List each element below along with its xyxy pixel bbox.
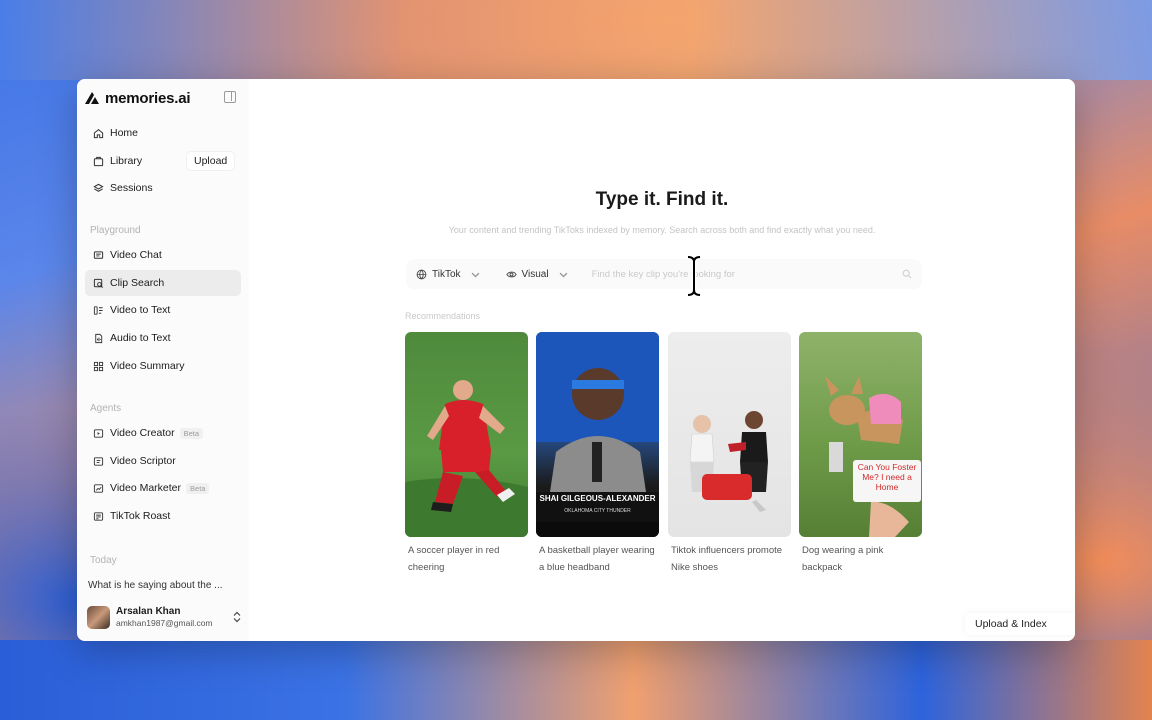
basketball-player-illustration	[536, 332, 659, 537]
sidebar-item-video-creator[interactable]: Video Creator Beta	[85, 420, 241, 446]
sidebar-item-video-to-text[interactable]: Video to Text	[85, 297, 241, 323]
section-label-today: Today	[90, 555, 117, 566]
section-label-agents: Agents	[90, 403, 122, 414]
sidebar-item-label: TikTok Roast	[110, 510, 171, 522]
card-thumbnail[interactable]: Can You Foster Me? I need a Home	[799, 332, 922, 537]
avatar	[87, 605, 110, 629]
sidebar-item-video-summary[interactable]: Video Summary	[85, 353, 241, 379]
tiktok-roast-icon	[92, 510, 104, 522]
card-caption: Tiktok influencers promote Nike shoes	[671, 545, 783, 573]
influencers-illustration	[689, 411, 768, 512]
chevron-down-icon	[471, 272, 479, 278]
card-caption: A soccer player in red cheering	[408, 545, 500, 573]
recommendation-card[interactable]: A soccer player in red cheering	[405, 332, 528, 576]
upload-index-button[interactable]: Upload & Index	[965, 613, 1075, 635]
recommendation-card[interactable]: SHAI GILGEOUS-ALEXANDER OKLAHOMA CITY TH…	[536, 332, 659, 576]
team-name-caption: OKLAHOMA CITY THUNDER	[564, 508, 631, 514]
sidebar-item-video-marketer[interactable]: Video Marketer Beta	[85, 475, 241, 501]
chevron-down-icon	[559, 272, 568, 278]
card-thumbnail[interactable]: SHAI GILGEOUS-ALEXANDER OKLAHOMA CITY TH…	[536, 332, 659, 537]
user-text: Arsalan Khan amkhan1987@gmail.com	[116, 606, 213, 628]
sidebar-item-label: Video Scriptor	[110, 455, 176, 467]
sidebar-item-label: Video Creator	[110, 427, 175, 439]
globe-icon	[416, 269, 427, 279]
mode-filter-dropdown[interactable]: Visual	[505, 268, 574, 280]
user-name: Arsalan Khan	[116, 606, 181, 617]
user-email: amkhan1987@gmail.com	[116, 618, 213, 628]
sidebar-item-clip-search[interactable]: Clip Search	[85, 270, 241, 296]
sidebar-item-label: Video Chat	[110, 249, 162, 261]
memories-logo-icon	[85, 92, 99, 104]
sidebar-item-label: Video Marketer	[110, 482, 182, 494]
clip-search-icon	[92, 277, 104, 289]
text-cursor-icon	[687, 255, 701, 297]
logo[interactable]: memories.ai	[83, 87, 243, 109]
mode-filter-label: Visual	[521, 268, 549, 280]
section-label-playground: Playground	[90, 225, 141, 236]
chat-icon	[92, 249, 104, 261]
recommendation-card[interactable]: Tiktok influencers promote Nike shoes	[668, 332, 791, 576]
sidebar-item-audio-to-text[interactable]: Audio to Text	[85, 325, 241, 351]
card-caption: Dog wearing a pink backpack	[802, 545, 884, 573]
sidebar-item-label: Video to Text	[110, 304, 171, 316]
page-title: Type it. Find it.	[595, 189, 729, 210]
recommendations-label: Recommendations	[405, 311, 481, 321]
sidebar-item-label: Home	[110, 127, 139, 139]
soccer-player-illustration	[405, 380, 528, 537]
page-subtitle: Your content and trending TikToks indexe…	[448, 225, 876, 235]
dog-sign-text: Can You Foster Me? I need a Home	[857, 462, 917, 492]
logo-text: memories.ai	[105, 89, 191, 107]
beta-badge: Beta	[186, 482, 210, 494]
upload-button[interactable]: Upload	[187, 152, 235, 170]
video-scriptor-icon	[92, 455, 104, 467]
video-marketer-icon	[92, 482, 104, 494]
source-filter-label: TikTok	[432, 268, 461, 280]
sidebar-item-label: Clip Search	[110, 277, 165, 289]
summary-icon	[92, 360, 104, 372]
user-profile[interactable]: Arsalan Khan amkhan1987@gmail.com	[87, 604, 242, 630]
recommendation-card[interactable]: Can You Foster Me? I need a Home Dog wea…	[799, 332, 922, 576]
search-icon[interactable]	[902, 269, 912, 279]
video-text-icon	[92, 304, 104, 316]
sessions-icon	[92, 182, 104, 194]
source-filter-dropdown[interactable]: TikTok	[416, 269, 486, 280]
sidebar-item-label: Audio to Text	[110, 332, 171, 344]
sidebar-item-home[interactable]: Home	[85, 120, 241, 146]
sidebar-item-label: Video Summary	[110, 360, 185, 372]
sidebar-item-sessions[interactable]: Sessions	[85, 175, 241, 201]
video-creator-icon	[92, 427, 104, 439]
chevron-up-down-icon[interactable]	[232, 611, 242, 623]
wallpaper-bottom	[0, 640, 1152, 720]
card-thumbnail[interactable]	[668, 332, 791, 537]
search-input[interactable]	[591, 263, 902, 285]
library-icon	[92, 155, 104, 167]
card-caption: A basketball player wearing a blue headb…	[539, 545, 655, 573]
player-name-caption: SHAI GILGEOUS-ALEXANDER	[539, 494, 656, 503]
eye-icon	[505, 271, 517, 277]
sidebar: memories.ai Home Library Upload Sessions…	[77, 79, 249, 641]
wallpaper	[0, 0, 1152, 80]
sidebar-item-tiktok-roast[interactable]: TikTok Roast	[85, 503, 241, 529]
beta-badge: Beta	[179, 427, 204, 439]
search-bar: TikTok Visual	[406, 259, 922, 289]
sidebar-item-video-scriptor[interactable]: Video Scriptor	[85, 448, 241, 474]
sidebar-item-label: Sessions	[110, 182, 153, 194]
app-window: memories.ai Home Library Upload Sessions…	[77, 79, 1075, 641]
dog-illustration	[825, 376, 921, 537]
sidebar-collapse-icon[interactable]	[224, 91, 236, 103]
main-content: Type it. Find it. Your content and trend…	[249, 79, 1075, 641]
sidebar-item-label: Library	[110, 155, 143, 167]
home-icon	[92, 127, 104, 139]
card-thumbnail[interactable]	[405, 332, 528, 537]
recent-session-item[interactable]: What is he saying about the ...	[88, 580, 238, 591]
sidebar-item-video-chat[interactable]: Video Chat	[85, 242, 241, 268]
audio-text-icon	[92, 332, 104, 344]
